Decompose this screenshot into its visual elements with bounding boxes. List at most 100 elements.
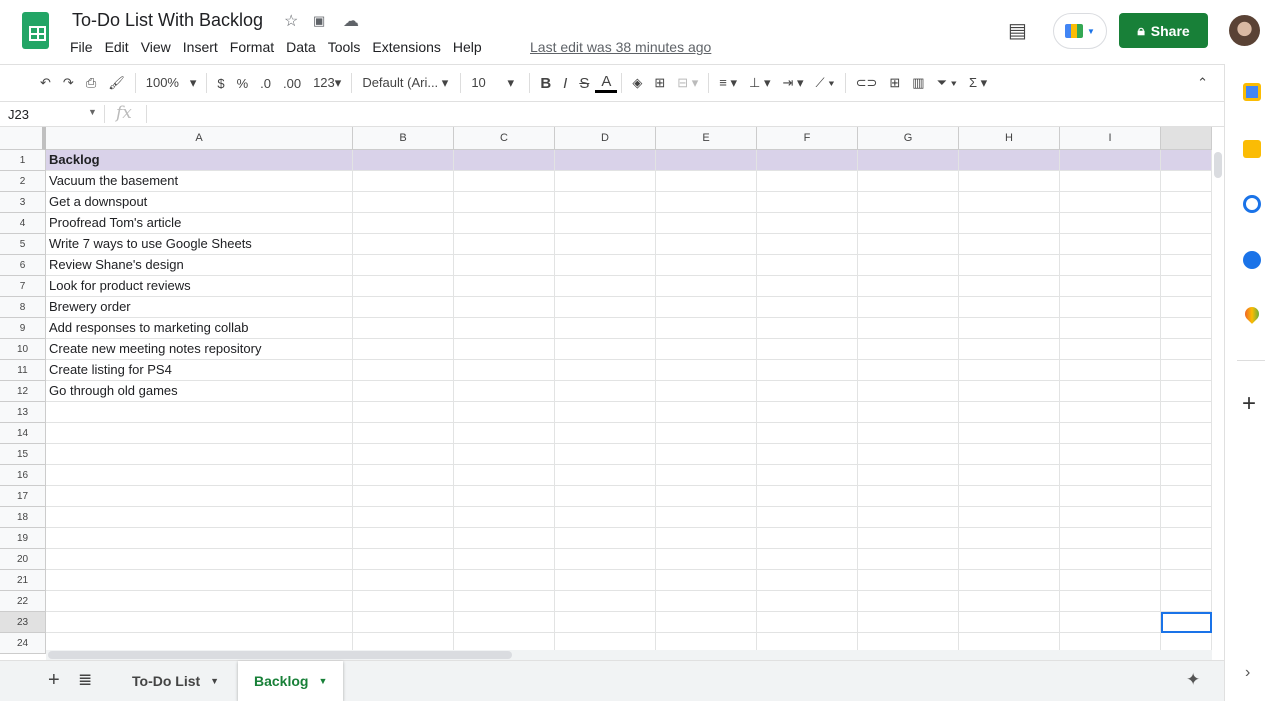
cell[interactable] xyxy=(858,171,959,192)
cell[interactable] xyxy=(1161,507,1212,528)
cell[interactable] xyxy=(858,486,959,507)
cell[interactable] xyxy=(353,234,454,255)
functions-icon[interactable]: Σ ▾ xyxy=(963,75,993,91)
cell[interactable] xyxy=(656,192,757,213)
text-wrap-icon[interactable]: ⇥ ▾ xyxy=(777,75,810,91)
sheet-tab-todo[interactable]: To-Do List ▼ xyxy=(116,661,235,701)
cell[interactable] xyxy=(959,150,1060,171)
cell[interactable] xyxy=(656,570,757,591)
cell[interactable] xyxy=(1161,339,1212,360)
sheets-logo[interactable] xyxy=(22,12,49,49)
cell[interactable] xyxy=(757,591,858,612)
row-header-5[interactable]: 5 xyxy=(0,234,46,255)
column-header-b[interactable]: B xyxy=(353,127,454,150)
cell[interactable] xyxy=(454,381,555,402)
comment-add-icon[interactable]: ⊞ xyxy=(883,75,906,91)
cell[interactable] xyxy=(353,360,454,381)
cell[interactable] xyxy=(656,612,757,633)
cell[interactable] xyxy=(1161,213,1212,234)
cell[interactable] xyxy=(1161,402,1212,423)
row-header-15[interactable]: 15 xyxy=(0,444,46,465)
cell[interactable] xyxy=(656,339,757,360)
cell[interactable] xyxy=(1161,234,1212,255)
row-header-12[interactable]: 12 xyxy=(0,381,46,402)
column-header-j[interactable] xyxy=(1161,127,1212,150)
cell[interactable] xyxy=(656,297,757,318)
cell[interactable] xyxy=(353,213,454,234)
cell[interactable] xyxy=(353,549,454,570)
cell[interactable] xyxy=(1060,528,1161,549)
cell[interactable] xyxy=(555,444,656,465)
row-header-19[interactable]: 19 xyxy=(0,528,46,549)
cell[interactable] xyxy=(454,612,555,633)
column-header-c[interactable]: C xyxy=(454,127,555,150)
cell[interactable] xyxy=(555,360,656,381)
cell[interactable] xyxy=(353,591,454,612)
cell[interactable] xyxy=(656,402,757,423)
last-edit-link[interactable]: Last edit was 38 minutes ago xyxy=(530,39,711,55)
cell[interactable] xyxy=(656,507,757,528)
cell-a2[interactable]: Vacuum the basement xyxy=(46,171,353,192)
cell-a15[interactable] xyxy=(46,444,353,465)
font-select[interactable]: Default (Ari... ▾ xyxy=(356,75,456,91)
cell[interactable] xyxy=(757,150,858,171)
cell[interactable] xyxy=(353,423,454,444)
cell[interactable] xyxy=(353,402,454,423)
name-box[interactable]: J23 xyxy=(8,107,29,122)
cell[interactable] xyxy=(656,591,757,612)
cell[interactable] xyxy=(959,297,1060,318)
cell-a6[interactable]: Review Shane's design xyxy=(46,255,353,276)
cell[interactable] xyxy=(1161,297,1212,318)
cell[interactable] xyxy=(1060,234,1161,255)
cell[interactable] xyxy=(757,339,858,360)
cell-a1[interactable]: Backlog xyxy=(46,150,353,171)
cell[interactable] xyxy=(353,465,454,486)
cell[interactable] xyxy=(656,318,757,339)
cell-a12[interactable]: Go through old games xyxy=(46,381,353,402)
cell[interactable] xyxy=(757,570,858,591)
cell[interactable] xyxy=(858,318,959,339)
cell[interactable] xyxy=(555,402,656,423)
cell[interactable] xyxy=(656,528,757,549)
cell-a22[interactable] xyxy=(46,591,353,612)
cell[interactable] xyxy=(959,486,1060,507)
cell[interactable] xyxy=(858,528,959,549)
chevron-down-icon[interactable]: ▼ xyxy=(210,676,219,686)
add-icon[interactable]: + xyxy=(1242,390,1256,418)
cell[interactable] xyxy=(757,549,858,570)
cloud-saved-icon[interactable]: ☁ xyxy=(343,11,359,31)
cell[interactable] xyxy=(454,591,555,612)
cell[interactable] xyxy=(1161,465,1212,486)
cell[interactable] xyxy=(1060,297,1161,318)
cell[interactable] xyxy=(757,213,858,234)
cell[interactable] xyxy=(959,423,1060,444)
cell[interactable] xyxy=(1161,444,1212,465)
cell[interactable] xyxy=(656,486,757,507)
doc-title[interactable]: To-Do List With Backlog xyxy=(72,10,263,31)
cell[interactable] xyxy=(959,318,1060,339)
cell[interactable] xyxy=(858,612,959,633)
cell[interactable] xyxy=(1161,381,1212,402)
cell[interactable] xyxy=(555,591,656,612)
cell[interactable] xyxy=(1060,213,1161,234)
cell[interactable] xyxy=(757,381,858,402)
cell[interactable] xyxy=(1161,591,1212,612)
cell[interactable] xyxy=(555,192,656,213)
cell[interactable] xyxy=(454,549,555,570)
cell[interactable] xyxy=(757,192,858,213)
column-header-i[interactable]: I xyxy=(1060,127,1161,150)
bold-button[interactable]: B xyxy=(534,75,557,92)
sheet-tab-backlog[interactable]: Backlog ▼ xyxy=(238,661,343,701)
undo-icon[interactable]: ↶ xyxy=(34,75,57,91)
selected-cell-j23[interactable] xyxy=(1161,612,1212,633)
cell[interactable] xyxy=(858,276,959,297)
keep-icon[interactable] xyxy=(1243,140,1261,158)
cell-a20[interactable] xyxy=(46,549,353,570)
menu-data[interactable]: Data xyxy=(280,39,322,55)
cell[interactable] xyxy=(858,297,959,318)
cell[interactable] xyxy=(1161,192,1212,213)
avatar[interactable] xyxy=(1229,15,1260,46)
cell[interactable] xyxy=(454,486,555,507)
cell[interactable] xyxy=(353,444,454,465)
row-header-18[interactable]: 18 xyxy=(0,507,46,528)
